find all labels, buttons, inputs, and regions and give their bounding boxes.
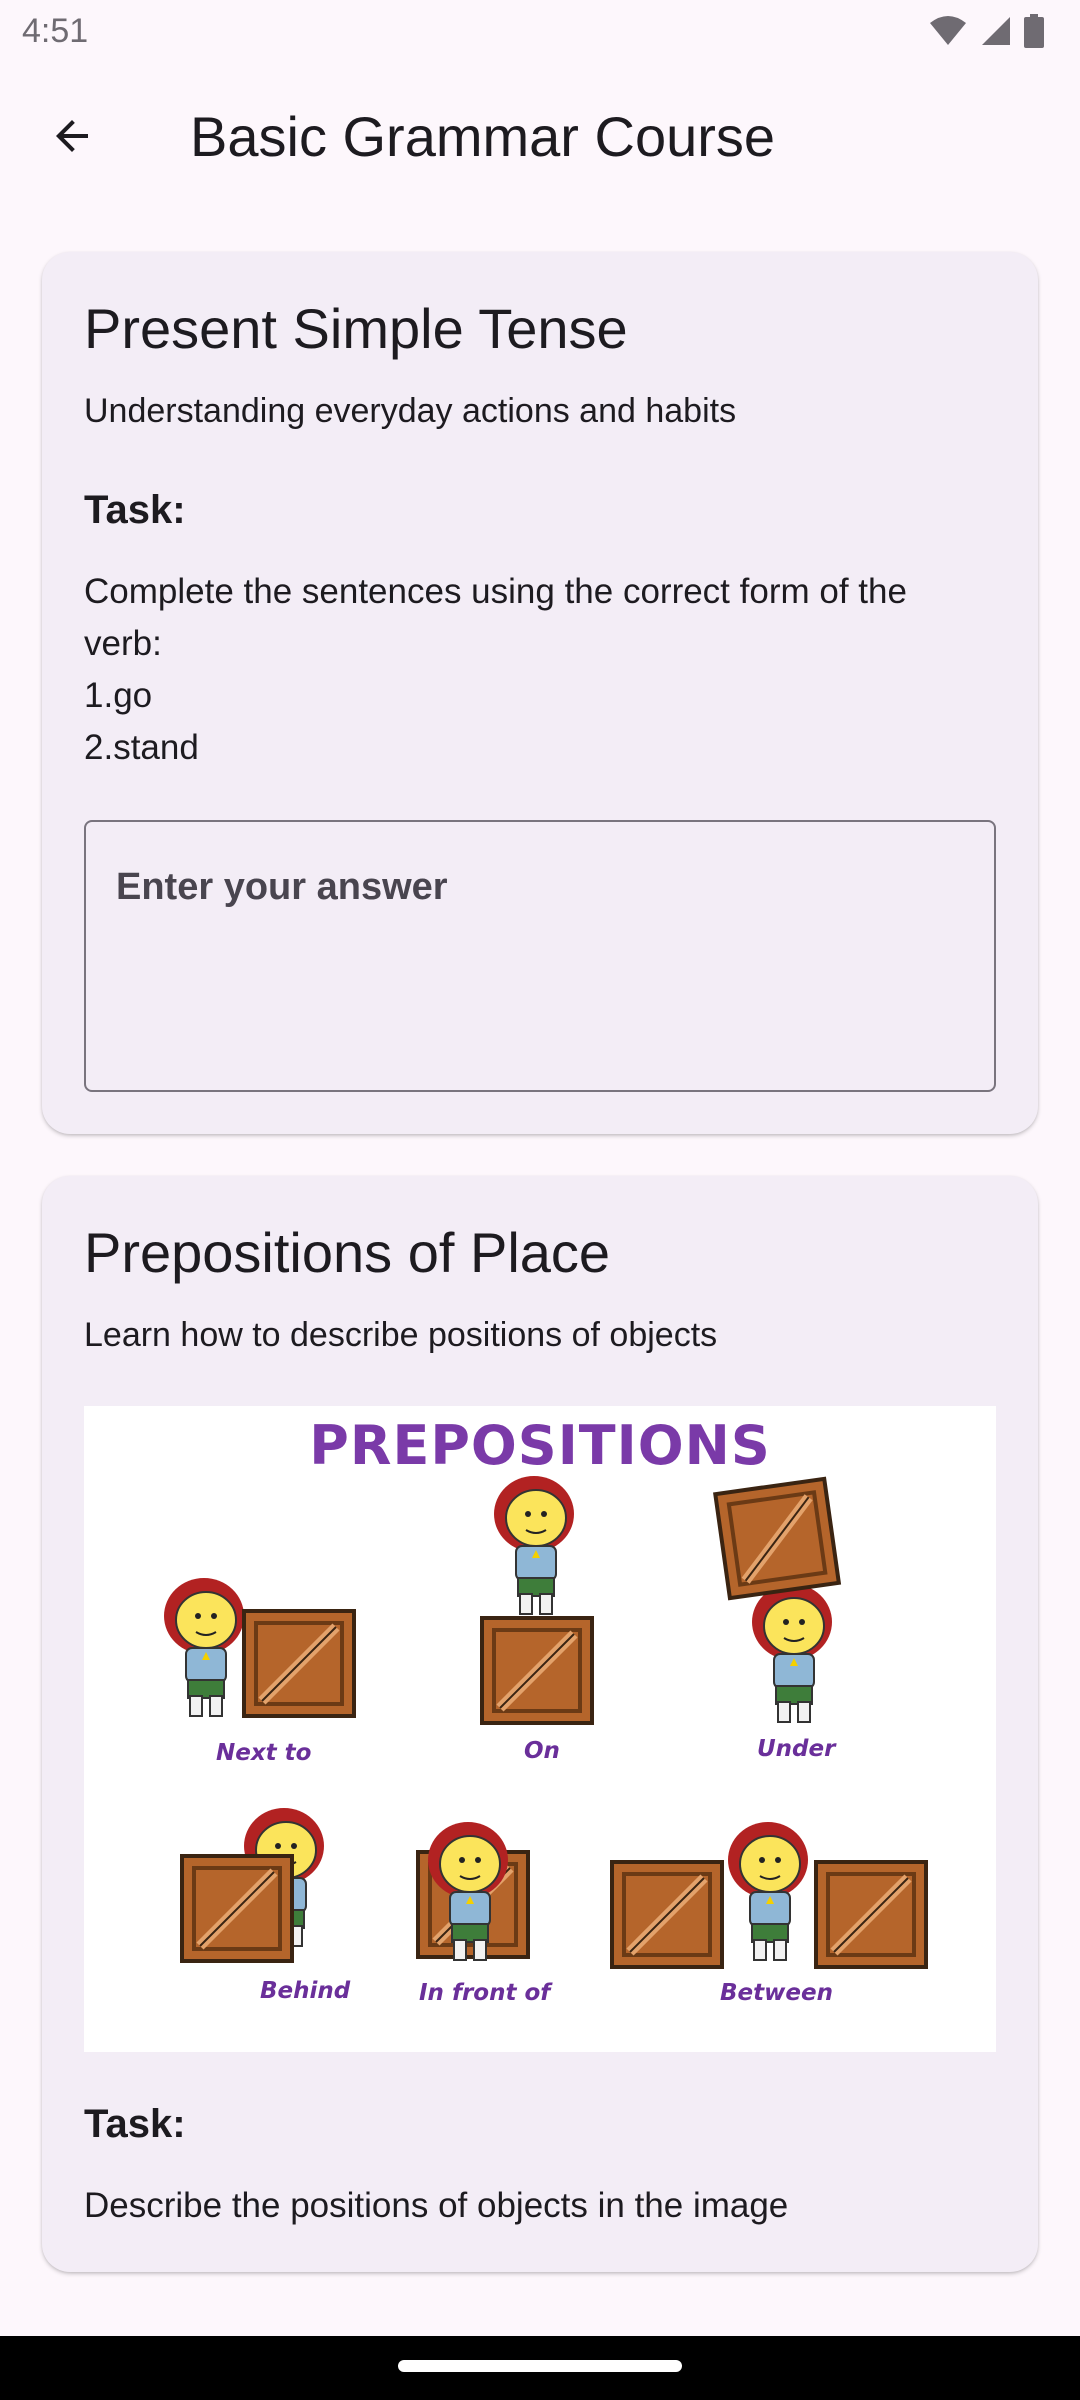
wifi-icon [930,16,966,45]
prepositions-image: PREPOSITIONS Next to On Under Behind In … [84,1406,996,2052]
lesson-card-prepositions: Prepositions of Place Learn how to descr… [42,1176,1038,2272]
battery-icon [1024,14,1044,48]
task-text: Describe the positions of objects in the… [84,2186,789,2225]
label-in-front-of: In front of [419,1980,551,2006]
task-line: 1.go [84,676,153,715]
task-label: Task: [84,2102,186,2146]
answer-input[interactable]: Enter your answer [84,820,996,1092]
lesson-subtitle: Understanding everyday actions and habit… [84,392,737,430]
lesson-subtitle: Learn how to describe positions of objec… [84,1316,718,1354]
system-nav-bar [0,2336,1080,2400]
lesson-title: Present Simple Tense [84,297,628,360]
status-time: 4:51 [22,12,89,50]
home-gesture-handle[interactable] [398,2360,682,2372]
task-line: 2.stand [84,728,199,767]
label-next-to: Next to [216,1740,312,1766]
app-bar: Basic Grammar Course [0,70,1080,200]
prepositions-illustration [163,1406,996,2052]
label-behind: Behind [260,1978,351,2004]
status-bar: 4:51 [0,0,1080,66]
label-under: Under [757,1736,836,1762]
task-line: verb: [84,624,162,663]
back-button[interactable] [36,100,108,172]
arrow-back-icon [56,120,88,152]
task-label: Task: [84,488,186,532]
status-icons [928,14,1044,48]
lesson-card-present-simple: Present Simple Tense Understanding every… [42,252,1038,1134]
label-between: Between [720,1980,833,2006]
signal-icon [982,17,1010,45]
answer-placeholder: Enter your answer [116,866,448,908]
task-text: Complete the sentences using the correct… [84,566,1004,774]
page-title: Basic Grammar Course [190,105,776,168]
label-on: On [524,1738,560,1764]
task-line: Complete the sentences using the correct… [84,572,907,611]
lesson-title: Prepositions of Place [84,1221,611,1284]
